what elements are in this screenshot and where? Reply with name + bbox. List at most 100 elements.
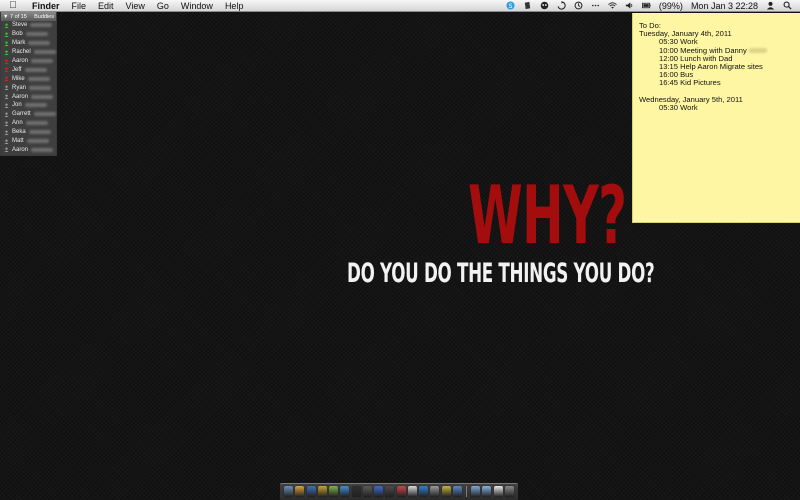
dock-app-icon[interactable] xyxy=(504,486,514,497)
buddy-name: Matt xyxy=(12,138,24,145)
status-online-icon xyxy=(4,23,9,28)
buddy-row[interactable]: Jeff xyxy=(1,65,56,74)
buddy-list-panel: ▼ 7 of 15 Buddies Steve Bob Mark Rachel Aaro… xyxy=(0,12,57,156)
buddy-row[interactable]: Jon xyxy=(1,101,56,110)
dock-app-icon[interactable] xyxy=(340,486,350,497)
redacted-text xyxy=(31,147,54,152)
redacted-text xyxy=(25,121,48,126)
dock-app-icon[interactable] xyxy=(385,486,395,497)
redacted-text xyxy=(28,130,51,135)
sticky-item: 16:45 Kid Pictures xyxy=(659,78,721,88)
buddy-row[interactable]: Aaron xyxy=(1,145,56,154)
dock-app-icon[interactable] xyxy=(493,486,503,497)
user-icon[interactable] xyxy=(766,1,775,10)
dock-app-icon[interactable] xyxy=(351,486,361,497)
dock-separator xyxy=(466,486,467,497)
dock-app-icon[interactable] xyxy=(407,486,417,497)
redacted-text xyxy=(31,94,54,99)
dock-app-icon[interactable] xyxy=(317,486,327,497)
growl-icon[interactable] xyxy=(540,1,549,10)
buddy-name: Aaron xyxy=(12,146,29,153)
buddy-name: Mike xyxy=(12,75,25,82)
buddy-count: ▼ 7 of 15 xyxy=(3,13,27,20)
buddy-count-text: 7 of 15 xyxy=(9,13,27,20)
buddy-row[interactable]: Steve xyxy=(1,21,56,30)
status-offline-icon xyxy=(4,94,9,100)
dock-app-icon[interactable] xyxy=(419,486,429,497)
apple-menu-icon[interactable]:  xyxy=(0,0,26,12)
sync-icon[interactable] xyxy=(557,1,566,10)
redacted-text xyxy=(24,67,47,72)
status-away-icon xyxy=(4,59,9,64)
dock xyxy=(280,483,518,500)
wallpaper-headline: WHY? xyxy=(468,169,627,262)
menubar-clock[interactable]: Mon Jan 3 22:28 xyxy=(687,0,762,12)
status-offline-icon xyxy=(4,112,9,117)
buddy-row[interactable]: Ryan xyxy=(1,83,56,92)
menu-edit[interactable]: Edit xyxy=(92,0,120,12)
status-offline-icon xyxy=(4,121,9,126)
buddy-list-header[interactable]: ▼ 7 of 15 Buddies xyxy=(1,12,56,21)
dock-app-icon[interactable] xyxy=(452,486,462,497)
redacted-text xyxy=(30,23,53,28)
volume-icon[interactable] xyxy=(625,1,634,10)
status-offline-icon xyxy=(4,130,9,135)
dock-app-icon[interactable] xyxy=(374,486,384,497)
dock-app-icon[interactable] xyxy=(430,486,440,497)
spotlight-search-icon[interactable] xyxy=(783,1,792,10)
menu-window[interactable]: Window xyxy=(175,0,219,12)
buddy-row[interactable]: Rachel xyxy=(1,48,56,57)
status-online-icon xyxy=(4,32,9,37)
menu-help[interactable]: Help xyxy=(219,0,250,12)
buddy-name: Rachel xyxy=(12,49,31,56)
redacted-text xyxy=(26,139,49,144)
buddy-row[interactable]: Bob xyxy=(1,30,56,39)
dock-app-icon[interactable] xyxy=(441,486,451,497)
battery-icon[interactable] xyxy=(641,1,651,10)
dock-app-icon[interactable] xyxy=(329,486,339,497)
buddy-row[interactable]: Beka xyxy=(1,128,56,137)
status-away-icon xyxy=(4,76,9,82)
status-tray: S (99%) Mon Jan 3 22:28 xyxy=(502,0,800,12)
wifi-icon[interactable] xyxy=(608,1,617,10)
dock-app-icon[interactable] xyxy=(306,486,316,497)
buddy-name: Jeff xyxy=(12,66,22,73)
buddy-row[interactable]: Garrett xyxy=(1,110,56,119)
buddy-row[interactable]: Aaron xyxy=(1,92,56,101)
buddy-row[interactable]: Aaron xyxy=(1,57,56,66)
app-menu-finder[interactable]: Finder xyxy=(26,0,66,12)
dots-icon[interactable] xyxy=(591,1,600,10)
status-offline-icon xyxy=(4,85,9,91)
buddy-name: Aaron xyxy=(12,58,29,64)
status-offline-icon xyxy=(4,103,9,108)
buddy-row[interactable]: Ann xyxy=(1,119,56,128)
menu-view[interactable]: View xyxy=(120,0,151,12)
redacted-text xyxy=(28,41,51,46)
status-online-icon xyxy=(4,50,9,55)
dock-app-icon[interactable] xyxy=(482,486,492,497)
time-machine-icon[interactable] xyxy=(574,1,583,10)
menu-go[interactable]: Go xyxy=(151,0,175,12)
dock-app-icon[interactable] xyxy=(471,486,481,497)
buddy-name: Garrett xyxy=(12,111,31,118)
buddy-row[interactable]: Mike xyxy=(1,74,56,83)
buddy-name: Mark xyxy=(12,40,26,47)
buddy-row[interactable]: Mark xyxy=(1,39,56,48)
menu-file[interactable]: File xyxy=(66,0,93,12)
redacted-text xyxy=(25,32,48,37)
dock-app-icon[interactable] xyxy=(284,486,294,497)
status-offline-icon xyxy=(4,139,9,144)
dock-app-icon[interactable] xyxy=(295,486,305,497)
battery-percent: (99%) xyxy=(658,0,683,11)
evernote-icon[interactable] xyxy=(523,1,532,10)
buddy-row[interactable]: Matt xyxy=(1,137,56,146)
redacted-text xyxy=(31,59,54,63)
redacted-text xyxy=(33,50,56,55)
dock-app-icon[interactable] xyxy=(362,486,372,497)
redacted-text xyxy=(24,103,47,108)
redacted-text xyxy=(29,85,52,90)
dock-app-icon[interactable] xyxy=(396,486,406,497)
skype-icon[interactable]: S xyxy=(506,1,515,10)
status-away-icon xyxy=(4,67,9,73)
sticky-note[interactable]: To Do: Tuesday, January 4th, 2011 05:30 … xyxy=(632,13,800,223)
